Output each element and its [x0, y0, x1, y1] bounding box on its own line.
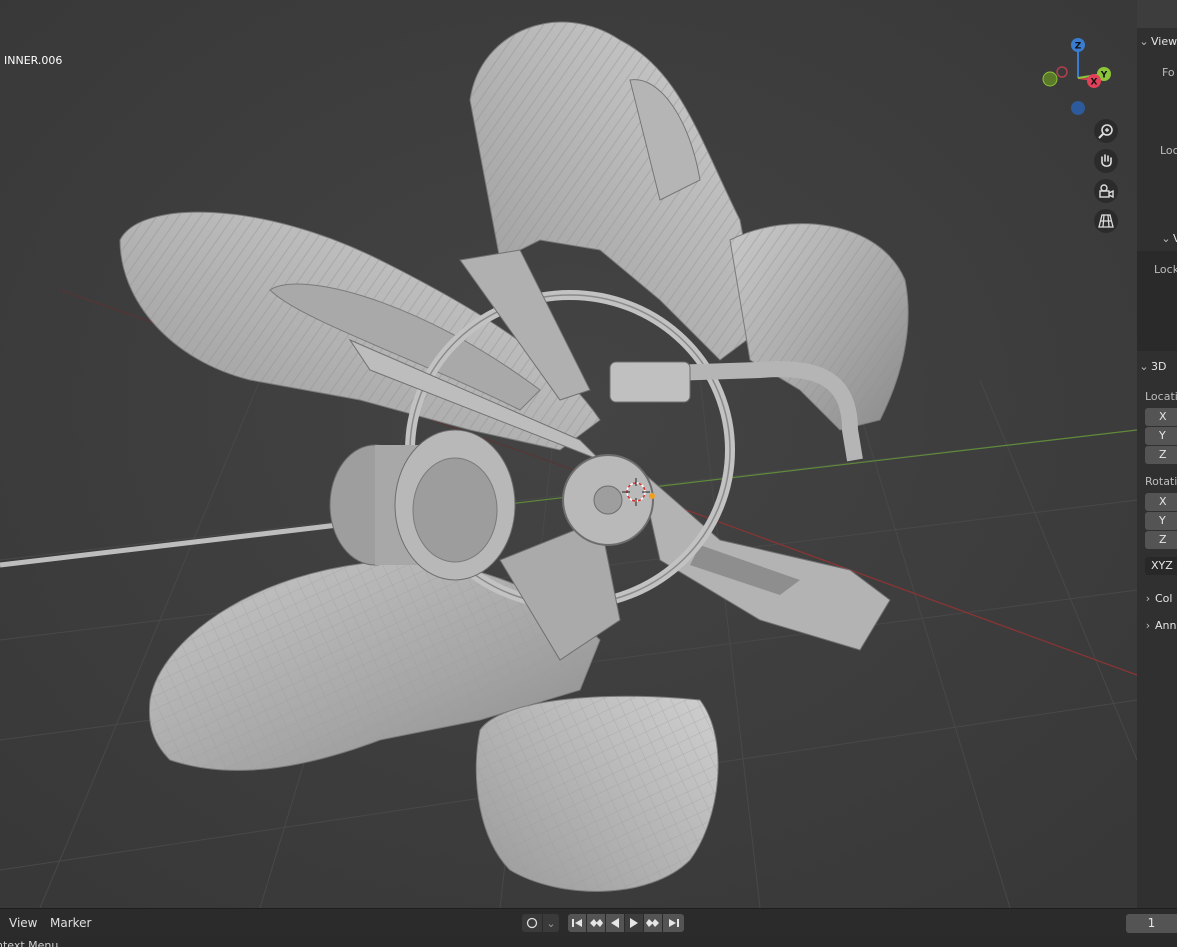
panel-view[interactable]: ⌄ View: [1137, 35, 1177, 48]
chevron-down-icon: ⌄: [1161, 232, 1171, 245]
gizmo-y-label: Y: [1100, 71, 1108, 81]
lock-label: Loc: [1160, 144, 1177, 157]
location-y-field[interactable]: Y: [1145, 427, 1177, 445]
gizmo-x-label: X: [1091, 78, 1098, 88]
jump-end-icon[interactable]: [663, 914, 684, 932]
chevron-down-icon: ⌄: [1139, 360, 1149, 373]
chevron-right-icon: ›: [1145, 619, 1151, 632]
location-z-field[interactable]: Z: [1145, 446, 1177, 464]
rotation-y-field[interactable]: Y: [1145, 512, 1177, 530]
hand-icon[interactable]: [1094, 149, 1118, 173]
chevron-right-icon: ›: [1145, 592, 1151, 605]
play-icon[interactable]: [625, 914, 643, 932]
active-object-name: INNER.006: [4, 54, 63, 67]
subpanel-view-lock[interactable]: ⌄ V: [1159, 232, 1177, 245]
rotation-mode-dropdown[interactable]: XYZ: [1145, 557, 1177, 575]
next-keyframe-icon[interactable]: [644, 914, 662, 932]
gizmo-z-label: Z: [1075, 42, 1082, 52]
chevron-down-icon: ⌄: [1139, 35, 1149, 48]
rotation-z-field[interactable]: Z: [1145, 531, 1177, 549]
status-bar: ntext Menu: [0, 937, 1177, 947]
panel-annotations[interactable]: › Ann: [1141, 619, 1177, 632]
timeline-header: View Marker ⌄ 1: [0, 908, 1177, 937]
keying-options-chevron-icon[interactable]: ⌄: [543, 914, 559, 932]
current-frame-field[interactable]: 1: [1126, 914, 1177, 933]
menu-marker[interactable]: Marker: [50, 916, 91, 930]
zoom-icon[interactable]: [1094, 119, 1118, 143]
play-reverse-icon[interactable]: [606, 914, 624, 932]
3d-viewport[interactable]: INNER.006 Z Y X: [0, 0, 1137, 908]
gizmo-neg-y-icon[interactable]: [1042, 71, 1058, 87]
location-label: Locati: [1145, 390, 1177, 403]
sidebar-panel: ⌄ View Fo Loc ⌄ V Lock ⌄ 3D Locati X Y Z Ro…: [1137, 28, 1177, 908]
prev-keyframe-icon[interactable]: [587, 914, 605, 932]
origin-dot: [649, 493, 655, 499]
navigation-gizmo[interactable]: Z Y X: [1038, 36, 1118, 116]
rotation-label: Rotati: [1145, 475, 1177, 488]
gizmo-neg-z-icon[interactable]: [1071, 101, 1085, 115]
location-x-field[interactable]: X: [1145, 408, 1177, 426]
panel-3d-cursor[interactable]: ⌄ 3D: [1137, 360, 1166, 373]
menu-view[interactable]: View: [9, 916, 37, 930]
auto-keying-icon[interactable]: [522, 914, 542, 932]
panel-collections[interactable]: › Col: [1141, 592, 1173, 605]
status-hint: ntext Menu: [0, 939, 59, 947]
viewport-scene[interactable]: [0, 0, 1137, 908]
camera-icon[interactable]: [1094, 179, 1118, 203]
jump-start-icon[interactable]: [568, 914, 586, 932]
lock-to-object-label: Lock: [1154, 263, 1177, 276]
focal-length-label: Fo: [1162, 66, 1175, 79]
gizmo-neg-x-icon[interactable]: [1056, 66, 1068, 78]
rotation-x-field[interactable]: X: [1145, 493, 1177, 511]
grid-icon[interactable]: [1094, 209, 1118, 233]
